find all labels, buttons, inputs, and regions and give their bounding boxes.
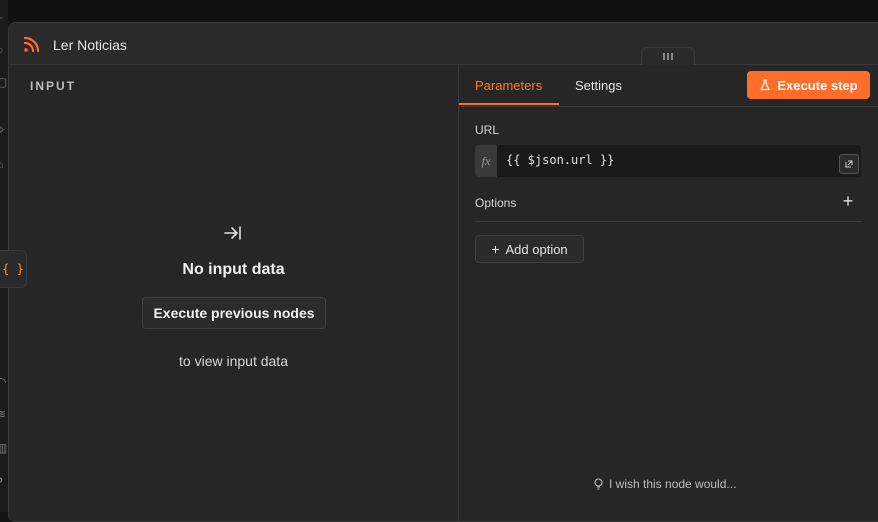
lightbulb-icon xyxy=(594,478,603,490)
add-option-label: Add option xyxy=(505,241,568,257)
search-icon[interactable]: ○ xyxy=(0,44,8,56)
layers-icon[interactable]: ≋ xyxy=(0,408,8,420)
tab-settings[interactable]: Settings xyxy=(575,78,622,93)
execute-step-button[interactable]: Execute step xyxy=(747,71,870,99)
node-title[interactable]: Ler Noticias xyxy=(53,37,127,53)
input-hint: to view input data xyxy=(179,353,288,369)
flask-icon xyxy=(760,79,770,91)
cloud-icon[interactable]: ◠ xyxy=(0,376,8,388)
sparkle-icon[interactable]: ✧ xyxy=(0,124,8,136)
feedback-text: I wish this node would... xyxy=(609,477,737,491)
add-option-button[interactable]: + Add option xyxy=(475,235,584,263)
json-toggle-button[interactable]: { } xyxy=(0,250,27,288)
arrow-to-right-icon xyxy=(224,226,241,240)
input-pane-label: INPUT xyxy=(30,79,76,93)
plus-icon[interactable]: + xyxy=(0,12,8,24)
app-top-bar xyxy=(0,0,878,22)
param-tabs: Parameters Settings Execute step xyxy=(459,65,878,107)
add-options-plus-icon[interactable]: + xyxy=(839,189,857,213)
plus-icon: + xyxy=(491,241,500,257)
url-label: URL xyxy=(475,123,500,137)
modal-header: Ler Noticias xyxy=(9,23,878,65)
options-divider xyxy=(475,221,862,222)
help-icon[interactable]: ? xyxy=(0,476,8,488)
user-icon[interactable]: ◦ xyxy=(0,192,8,204)
url-expression-value[interactable]: {{ $json.url }} xyxy=(506,153,614,167)
execute-step-label: Execute step xyxy=(777,77,858,93)
chart-icon[interactable]: ▥ xyxy=(0,442,8,454)
tab-parameters[interactable]: Parameters xyxy=(475,78,542,93)
no-input-title: No input data xyxy=(182,261,285,278)
open-external-icon xyxy=(845,160,853,168)
panel-drag-handle[interactable] xyxy=(641,47,695,65)
url-expression-field[interactable]: fx {{ $json.url }} xyxy=(475,145,861,177)
fx-icon: fx xyxy=(475,145,497,177)
node-feedback-link[interactable]: I wish this node would... xyxy=(593,477,736,491)
execute-previous-nodes-button[interactable]: Execute previous nodes xyxy=(142,297,326,329)
node-details-modal: Ler Noticias INPUT No input data Execute… xyxy=(8,22,878,522)
input-pane: INPUT No input data Execute previous nod… xyxy=(9,65,458,521)
home-icon[interactable]: ⌂ xyxy=(0,158,8,170)
panel-icon[interactable]: ▢ xyxy=(0,76,8,88)
rss-icon xyxy=(23,36,40,53)
parameters-pane: Parameters Settings Execute step URL fx … xyxy=(459,65,878,521)
options-label: Options xyxy=(475,196,517,210)
active-tab-indicator xyxy=(459,103,559,105)
expand-editor-icon[interactable] xyxy=(839,154,859,174)
